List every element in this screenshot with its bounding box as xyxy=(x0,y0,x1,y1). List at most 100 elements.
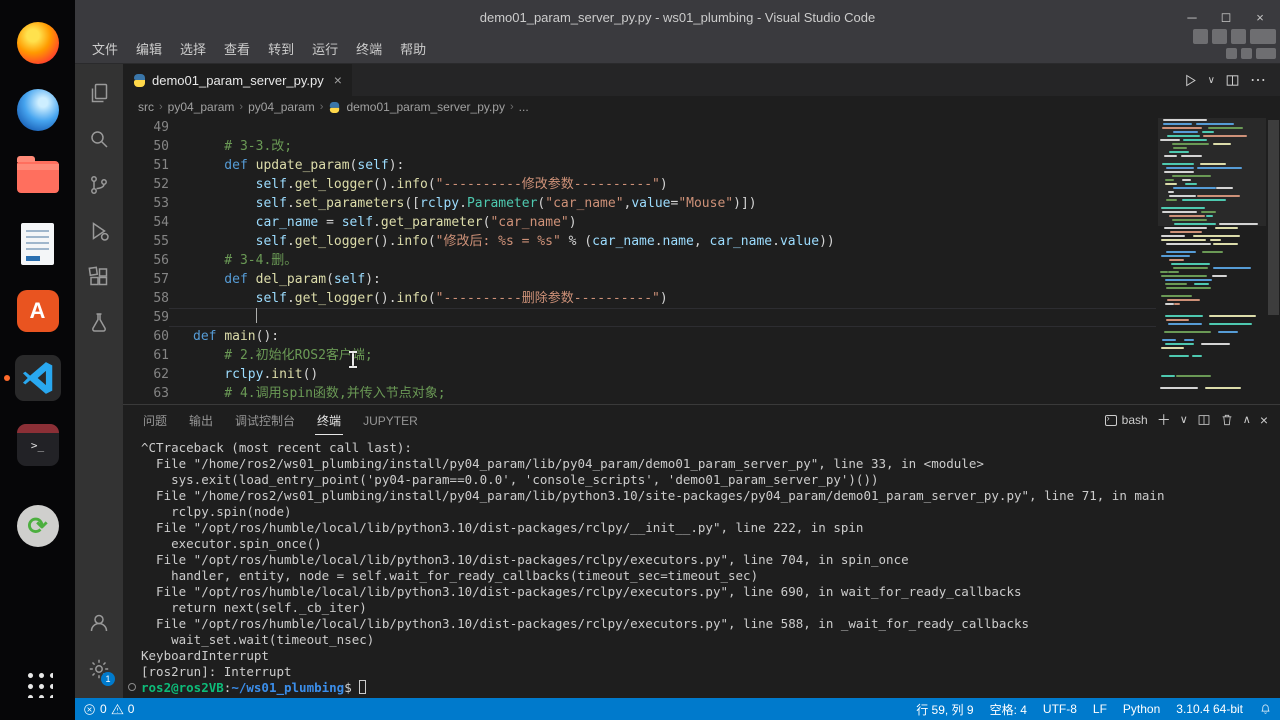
problems-status[interactable]: 0 0 xyxy=(75,698,142,720)
line-number: 61 xyxy=(153,348,169,363)
terminal-dropdown-icon[interactable]: ∨ xyxy=(1180,414,1188,426)
panel-tab[interactable]: 问题 xyxy=(141,406,169,434)
terminal-line: File "/home/ros2/ws01_plumbing/install/p… xyxy=(141,488,1165,503)
code-line[interactable]: 51 def update_param(self): xyxy=(123,156,1156,175)
editor[interactable]: 49 50 # 3-3.改; 51 def update_param(self): 5… xyxy=(123,118,1280,404)
status-item[interactable]: 行 59, 列 9 xyxy=(908,698,981,720)
code-line[interactable]: 56 # 3-4.删。 xyxy=(123,251,1156,270)
libreoffice-writer-icon[interactable] xyxy=(15,221,61,267)
code-line[interactable]: 59 xyxy=(123,308,1156,327)
code-line[interactable]: 60 def main(): xyxy=(123,327,1156,346)
folder-logo xyxy=(16,156,59,193)
line-text: # 3-3.改; xyxy=(193,139,293,154)
tab-demo01-param-server[interactable]: demo01_param_server_py.py × xyxy=(123,64,353,96)
menu-item[interactable]: 文件 xyxy=(83,36,127,61)
terminal-app-icon[interactable]: >_ xyxy=(15,422,61,468)
breadcrumb-item[interactable]: src xyxy=(138,100,154,114)
terminal-line: File "/opt/ros/humble/local/lib/python3.… xyxy=(141,520,864,535)
code-line[interactable]: 57 def del_param(self): xyxy=(123,270,1156,289)
run-dropdown-icon[interactable]: ∨ xyxy=(1208,75,1215,86)
terminal-line: ^CTraceback (most recent call last): xyxy=(141,440,412,455)
more-actions-icon[interactable]: ⋯ xyxy=(1250,70,1266,90)
code-line[interactable]: 58 self.get_logger().info("----------删除参… xyxy=(123,289,1156,308)
code-line[interactable]: 53 self.set_parameters([rclpy.Parameter(… xyxy=(123,194,1156,213)
editor-scrollbar[interactable] xyxy=(1268,120,1279,315)
search-icon[interactable] xyxy=(75,116,123,162)
panel-tabs: 问题 输出 调试控制台 终端 JUPYTER xyxy=(141,406,438,435)
vscode-window: demo01_param_server_py.py - ws01_plumbin… xyxy=(75,0,1280,720)
close-panel-icon[interactable]: × xyxy=(1260,413,1268,427)
code-line[interactable]: 49 xyxy=(123,118,1156,137)
code-line[interactable]: 63 # 4.调用spin函数,并传入节点对象; xyxy=(123,384,1156,403)
menu-item[interactable]: 帮助 xyxy=(391,36,435,61)
firefox-icon[interactable] xyxy=(15,20,61,66)
vscode-logo xyxy=(22,362,52,394)
close-button[interactable]: × xyxy=(1246,5,1274,29)
breadcrumb-item[interactable]: demo01_param_server_py.py xyxy=(346,100,505,114)
browser-blue-icon[interactable] xyxy=(15,87,61,133)
panel-tab[interactable]: JUPYTER xyxy=(361,408,420,433)
command-decoration-icon[interactable] xyxy=(128,683,136,691)
menu-item[interactable]: 运行 xyxy=(303,36,347,61)
code-line[interactable]: 52 self.get_logger().info("----------修改参… xyxy=(123,175,1156,194)
kill-terminal-trash-icon[interactable] xyxy=(1220,413,1234,427)
maximize-panel-icon[interactable]: ∧ xyxy=(1243,414,1251,426)
panel: 问题输出调试控制台终端 JUPYTER bash ＋ ∨ ∧ × xyxy=(123,404,1280,698)
tab-close-icon[interactable]: × xyxy=(334,72,342,88)
code-line[interactable]: 50 # 3-3.改; xyxy=(123,137,1156,156)
account-icon[interactable] xyxy=(75,600,123,646)
extensions-icon[interactable] xyxy=(75,254,123,300)
status-item[interactable]: 空格: 4 xyxy=(982,698,1035,720)
terminal-line: [ros2run]: Interrupt xyxy=(141,664,292,679)
tab-bar: demo01_param_server_py.py × ∨ ⋯ xyxy=(123,64,1280,96)
files-icon[interactable] xyxy=(15,154,61,200)
vscode-icon[interactable] xyxy=(3,355,61,401)
updater-logo: ⟳ xyxy=(16,505,59,547)
terminal-output: ^CTraceback (most recent call last): Fil… xyxy=(141,440,1280,680)
run-debug-icon[interactable] xyxy=(75,208,123,254)
status-item[interactable]: 3.10.4 64-bit xyxy=(1168,698,1251,720)
code-line[interactable]: 62 rclpy.init() xyxy=(123,365,1156,384)
minimap[interactable] xyxy=(1158,118,1266,404)
split-terminal-icon[interactable] xyxy=(1197,413,1211,427)
show-applications-icon[interactable] xyxy=(15,660,61,706)
breadcrumb-item[interactable]: ... xyxy=(519,100,529,114)
panel-tab[interactable]: 调试控制台 xyxy=(233,406,297,434)
status-item[interactable]: LF xyxy=(1085,698,1115,720)
bell-icon-wrap[interactable] xyxy=(1251,698,1280,720)
terminal[interactable]: ^CTraceback (most recent call last): Fil… xyxy=(123,435,1280,698)
line-number: 49 xyxy=(153,120,169,135)
breadcrumb-item[interactable]: py04_param xyxy=(168,100,235,114)
source-control-icon[interactable] xyxy=(75,162,123,208)
panel-tab[interactable]: 输出 xyxy=(187,406,215,434)
shell-selector[interactable]: bash xyxy=(1104,413,1148,427)
software-updater-icon[interactable]: ⟳ xyxy=(15,503,61,549)
panel-tab[interactable]: 终端 xyxy=(315,406,344,435)
minimize-button[interactable]: ─ xyxy=(1178,5,1206,29)
explorer-icon[interactable] xyxy=(75,70,123,116)
menu-item[interactable]: 转到 xyxy=(259,36,303,61)
menu-item[interactable]: 选择 xyxy=(171,36,215,61)
terminal-line: KeyboardInterrupt xyxy=(141,648,269,663)
terminal-cursor xyxy=(359,680,367,694)
split-editor-icon[interactable] xyxy=(1225,73,1240,88)
menu-item[interactable]: 查看 xyxy=(215,36,259,61)
settings-gear-icon[interactable]: 1 xyxy=(75,646,123,692)
code-line[interactable]: 54 car_name = self.get_parameter("car_na… xyxy=(123,213,1156,232)
menu-item[interactable]: 终端 xyxy=(347,36,391,61)
line-text: self.get_logger().info("修改后: %s = %s" % … xyxy=(255,234,835,249)
breadcrumb-separator-icon: › xyxy=(319,101,324,113)
new-terminal-icon[interactable]: ＋ xyxy=(1157,413,1171,427)
panel-actions: bash ＋ ∨ ∧ × xyxy=(1104,413,1268,427)
breadcrumb-item[interactable]: py04_param xyxy=(248,100,315,114)
menu-item[interactable]: 编辑 xyxy=(127,36,171,61)
testing-flask-icon[interactable] xyxy=(75,300,123,346)
status-item[interactable]: UTF-8 xyxy=(1035,698,1085,720)
maximize-button[interactable]: ◻ xyxy=(1212,5,1240,29)
ubuntu-software-icon[interactable]: A xyxy=(15,288,61,334)
status-item[interactable]: Python xyxy=(1115,698,1168,720)
run-python-file-icon[interactable] xyxy=(1183,73,1198,88)
code-line[interactable]: 61 # 2.初始化ROS2客户端; xyxy=(123,346,1156,365)
line-number: 53 xyxy=(153,196,169,211)
code-line[interactable]: 55 self.get_logger().info("修改后: %s = %s"… xyxy=(123,232,1156,251)
